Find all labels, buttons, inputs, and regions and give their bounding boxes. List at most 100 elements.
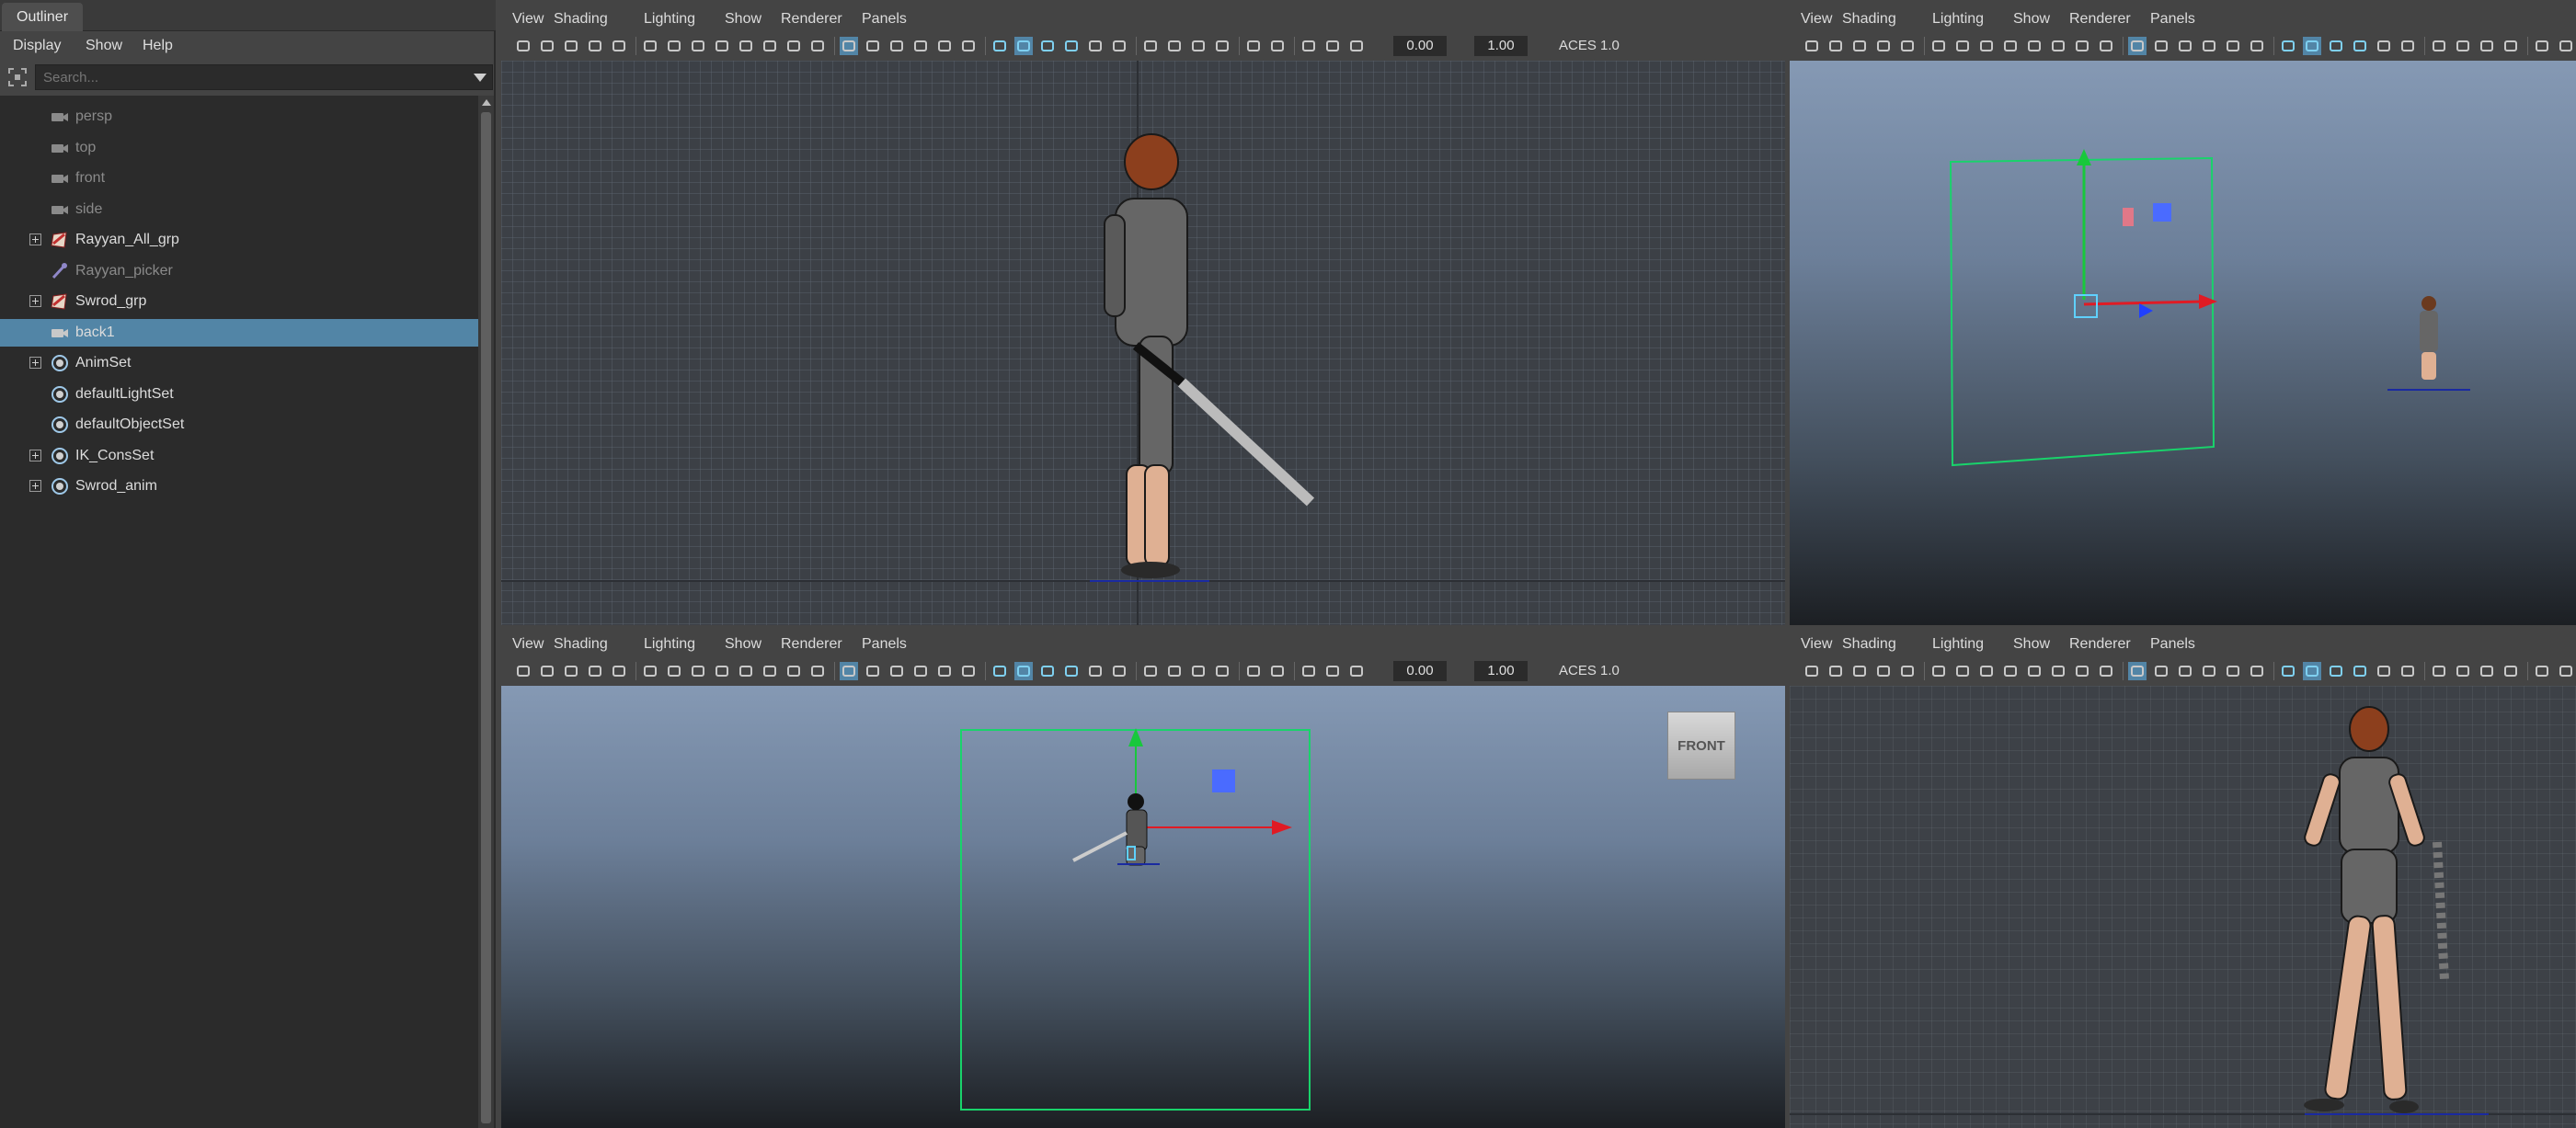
camera-lock-icon[interactable] [1953,37,1972,55]
viewport-menu-renderer[interactable]: Renderer [2069,0,2131,31]
viewport-menu-panels[interactable]: Panels [862,625,907,656]
outliner-menu-display[interactable]: Display [13,31,61,61]
field-chart-icon[interactable] [2049,37,2067,55]
lights-icon[interactable] [1086,662,1105,680]
film-gate-toggle-icon[interactable] [864,662,882,680]
safe-title-icon[interactable] [2097,37,2115,55]
camera-attributes-icon[interactable] [1826,662,1845,680]
screen-space-ao-icon[interactable] [1141,37,1160,55]
outliner-menu-help[interactable]: Help [143,31,173,61]
grid-icon[interactable] [2128,37,2147,55]
viewport-menu-panels[interactable]: Panels [2150,625,2195,656]
xray-joints-icon[interactable] [1323,37,1342,55]
lights-icon[interactable] [1086,37,1105,55]
viewport-menu-renderer[interactable]: Renderer [781,625,842,656]
resolution-toggle-icon[interactable] [2176,662,2194,680]
anti-aliasing-icon[interactable] [2478,37,2496,55]
anti-aliasing-icon[interactable] [2478,662,2496,680]
wireframe-on-shaded-icon[interactable] [2327,662,2345,680]
safe-action-icon[interactable] [2073,37,2091,55]
scrollbar-thumb[interactable] [481,112,491,1123]
safe-action-icon[interactable] [784,37,803,55]
shadows-icon[interactable] [1110,662,1128,680]
shadows-icon[interactable] [2399,662,2417,680]
field-chart-icon[interactable] [2049,662,2067,680]
select-camera-icon[interactable] [514,37,532,55]
film-gate-icon[interactable] [1977,37,1996,55]
viewport-menu-lighting[interactable]: Lighting [1932,625,1984,656]
camera-attributes-icon[interactable] [538,37,556,55]
backface-culling-icon[interactable] [1347,662,1366,680]
resolution-gate-icon[interactable] [713,37,731,55]
camera-icon[interactable] [1929,37,1948,55]
depth-of-field-icon[interactable] [2502,37,2520,55]
screen-space-ao-icon[interactable] [1141,662,1160,680]
outliner-item-side[interactable]: side [0,196,478,223]
lights-icon[interactable] [2375,37,2393,55]
camera-attributes-icon[interactable] [1826,37,1845,55]
exposure-field[interactable]: 0.00 [1393,36,1447,56]
camera-icon[interactable] [641,37,659,55]
safe-action-toggle-icon[interactable] [2248,662,2266,680]
camera-lock-icon[interactable] [665,662,683,680]
outliner-item-ik-consset[interactable]: IK_ConsSet [0,442,478,470]
outliner-item-persp[interactable]: persp [0,103,478,131]
gate-mask-icon[interactable] [737,37,755,55]
viewport-menu-renderer[interactable]: Renderer [2069,625,2131,656]
outliner-tab[interactable]: Outliner [2,3,84,31]
wireframe-on-shaded-icon[interactable] [2327,37,2345,55]
field-chart-toggle-icon[interactable] [935,662,954,680]
smooth-shade-icon[interactable] [1014,37,1033,55]
expand-plus-icon[interactable] [29,480,41,492]
outliner-item-rayyan-picker[interactable]: Rayyan_picker [0,257,478,285]
resolution-toggle-icon[interactable] [2176,37,2194,55]
textured-icon[interactable] [1062,37,1081,55]
viewport-canvas[interactable]: FRONT [501,686,1785,1128]
anti-aliasing-icon[interactable] [1189,662,1208,680]
select-camera-icon[interactable] [1803,662,1821,680]
camera-lock-icon[interactable] [1953,662,1972,680]
viewport-menu-view[interactable]: View [1801,625,1832,656]
shadows-icon[interactable] [1110,37,1128,55]
camera-icon[interactable] [641,662,659,680]
xray-joints-icon[interactable] [1323,662,1342,680]
safe-action-toggle-icon[interactable] [2248,37,2266,55]
outliner-menu-show[interactable]: Show [86,31,122,61]
safe-action-toggle-icon[interactable] [959,662,978,680]
gamma-field[interactable]: 1.00 [1474,36,1528,56]
viewport-menu-panels[interactable]: Panels [862,0,907,31]
image-plane-icon[interactable] [586,662,604,680]
gate-mask-icon[interactable] [2025,662,2044,680]
safe-action-icon[interactable] [784,662,803,680]
select-camera-icon[interactable] [514,662,532,680]
image-plane-icon[interactable] [586,37,604,55]
film-gate-toggle-icon[interactable] [2152,662,2170,680]
outliner-item-defaultlightset[interactable]: defaultLightSet [0,381,478,408]
grid-icon[interactable] [2128,662,2147,680]
grid-icon[interactable] [840,662,858,680]
gate-mask-toggle-icon[interactable] [911,662,930,680]
viewport-menu-show[interactable]: Show [725,0,761,31]
viewport-canvas[interactable] [1790,61,2576,625]
outliner-item-back1[interactable]: back1 [0,318,478,347]
viewport-menu-show[interactable]: Show [2013,0,2050,31]
bookmark-icon[interactable] [562,37,580,55]
image-plane-icon[interactable] [1874,37,1893,55]
resolution-toggle-icon[interactable] [887,37,906,55]
isolate-select-icon[interactable] [2533,662,2551,680]
bookmark-icon[interactable] [1850,662,1869,680]
safe-action-icon[interactable] [2073,662,2091,680]
safe-title-icon[interactable] [2097,662,2115,680]
viewport-menu-shading[interactable]: Shading [1842,625,1896,656]
exposure-field[interactable]: 0.00 [1393,661,1447,681]
scroll-up-arrow-icon[interactable] [482,99,491,106]
viewport-menu-shading[interactable]: Shading [1842,0,1896,31]
xray-icon[interactable] [1268,37,1287,55]
motion-blur-icon[interactable] [1165,662,1184,680]
search-input[interactable] [36,65,459,89]
smooth-shade-icon[interactable] [2303,662,2321,680]
isolate-select-icon[interactable] [1244,37,1263,55]
film-gate-icon[interactable] [689,662,707,680]
depth-of-field-icon[interactable] [1213,37,1231,55]
shadows-icon[interactable] [2399,37,2417,55]
